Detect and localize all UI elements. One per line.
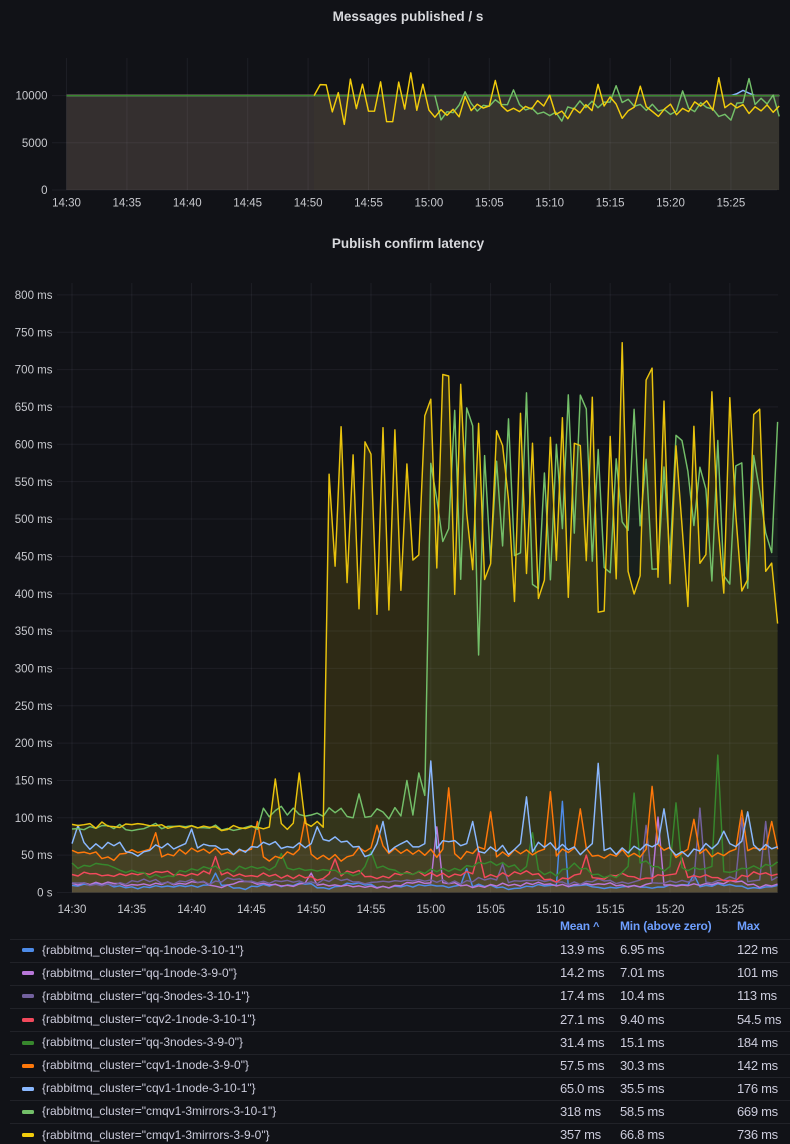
svg-text:Publish confirm latency: Publish confirm latency xyxy=(332,236,485,251)
svg-text:350 ms: 350 ms xyxy=(15,626,53,638)
svg-text:0: 0 xyxy=(41,185,47,197)
svg-text:15:20: 15:20 xyxy=(656,198,685,210)
svg-text:15:10: 15:10 xyxy=(536,904,565,916)
svg-text:15:25: 15:25 xyxy=(717,198,746,210)
svg-text:450 ms: 450 ms xyxy=(15,552,53,564)
svg-text:500 ms: 500 ms xyxy=(15,514,53,526)
svg-text:14:45: 14:45 xyxy=(237,904,266,916)
svg-text:14:50: 14:50 xyxy=(294,198,323,210)
svg-text:100 ms: 100 ms xyxy=(15,813,53,825)
svg-text:10000: 10000 xyxy=(16,91,48,103)
svg-text:14:45: 14:45 xyxy=(233,198,262,210)
svg-text:150 ms: 150 ms xyxy=(15,776,53,788)
svg-text:700 ms: 700 ms xyxy=(15,365,53,377)
svg-text:14:55: 14:55 xyxy=(354,198,383,210)
svg-text:300 ms: 300 ms xyxy=(15,664,53,676)
svg-text:50 ms: 50 ms xyxy=(21,850,53,862)
svg-text:14:35: 14:35 xyxy=(117,904,146,916)
svg-text:750 ms: 750 ms xyxy=(15,327,53,339)
svg-text:5000: 5000 xyxy=(22,138,48,150)
svg-text:14:40: 14:40 xyxy=(177,904,206,916)
svg-text:14:50: 14:50 xyxy=(297,904,326,916)
svg-text:15:15: 15:15 xyxy=(596,904,625,916)
svg-text:15:05: 15:05 xyxy=(476,904,505,916)
svg-text:15:25: 15:25 xyxy=(715,904,744,916)
svg-text:400 ms: 400 ms xyxy=(15,589,53,601)
svg-text:800 ms: 800 ms xyxy=(15,290,53,302)
svg-text:250 ms: 250 ms xyxy=(15,701,53,713)
svg-text:14:35: 14:35 xyxy=(113,198,142,210)
svg-text:14:40: 14:40 xyxy=(173,198,202,210)
svg-text:200 ms: 200 ms xyxy=(15,738,53,750)
svg-text:14:55: 14:55 xyxy=(357,904,386,916)
svg-text:15:05: 15:05 xyxy=(475,198,504,210)
svg-text:600 ms: 600 ms xyxy=(15,439,53,451)
svg-text:14:30: 14:30 xyxy=(58,904,87,916)
svg-text:15:00: 15:00 xyxy=(416,904,445,916)
svg-text:650 ms: 650 ms xyxy=(15,402,53,414)
svg-text:15:20: 15:20 xyxy=(656,904,685,916)
svg-text:550 ms: 550 ms xyxy=(15,477,53,489)
svg-text:15:10: 15:10 xyxy=(535,198,564,210)
svg-text:0 s: 0 s xyxy=(37,888,53,900)
svg-text:15:00: 15:00 xyxy=(415,198,444,210)
svg-text:15:15: 15:15 xyxy=(596,198,625,210)
svg-text:14:30: 14:30 xyxy=(52,198,81,210)
svg-text:Messages published / s: Messages published / s xyxy=(333,9,484,24)
